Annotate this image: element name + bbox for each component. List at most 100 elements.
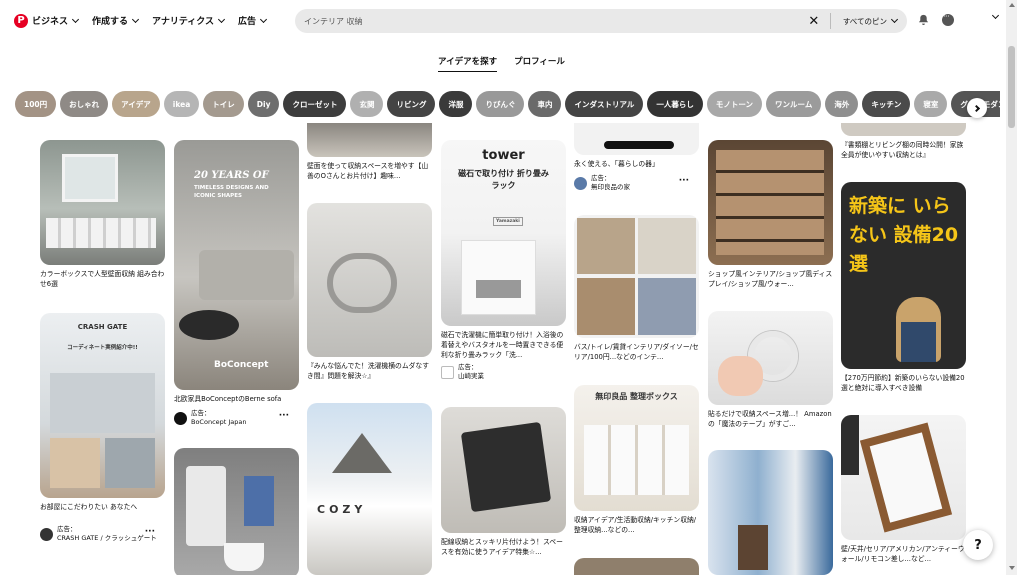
filter-chip[interactable]: トイレ bbox=[203, 91, 244, 117]
advertiser-avatar[interactable] bbox=[174, 411, 187, 425]
pin-card[interactable]: バス/トイレ/賃貸インテリア/ダイソー/セリア/100円...などのインテ... bbox=[574, 215, 699, 364]
pin-card[interactable]: 永く使える、「暮らしの器」 広告： 無印良品の家 ··· bbox=[574, 123, 699, 192]
pin-image[interactable] bbox=[307, 123, 432, 157]
more-options-icon[interactable]: ··· bbox=[279, 411, 289, 421]
more-options-icon[interactable]: ··· bbox=[679, 176, 689, 186]
pin-image[interactable] bbox=[708, 140, 833, 265]
more-options-icon[interactable]: ··· bbox=[145, 527, 155, 537]
filter-chip[interactable]: リビング bbox=[387, 91, 436, 117]
towel-shape bbox=[476, 280, 521, 298]
pin-card[interactable]: 無印良品 整理ボックス 収納アイデア/生活動収納/キッチン収納/整理収納...な… bbox=[574, 385, 699, 537]
pinterest-logo-icon[interactable]: P bbox=[14, 13, 28, 28]
filter-chip[interactable]: 100円 bbox=[15, 91, 57, 117]
pin-title: カラーボックスで人型壁面収納 組み合わせ6選 bbox=[40, 270, 165, 288]
filter-chip[interactable]: おしゃれ bbox=[60, 91, 109, 117]
pin-card[interactable] bbox=[708, 450, 833, 575]
pin-image[interactable] bbox=[40, 140, 165, 265]
filter-chip[interactable]: インダストリアル bbox=[565, 91, 644, 117]
pin-image[interactable] bbox=[307, 203, 432, 357]
pin-card[interactable]: CRASH GATE コーディネート実例紹介中!! お部屋にこだわりたい あなた… bbox=[40, 313, 165, 543]
pin-card[interactable] bbox=[174, 448, 299, 575]
pin-card[interactable]: 壁面を使って収納スペースを増やす【山善のOさんとお片付け】趣味... bbox=[307, 123, 432, 183]
search-input[interactable]: インテリア 収納 bbox=[304, 16, 806, 27]
filter-chip[interactable]: クローゼット bbox=[283, 91, 347, 117]
scroll-down-arrow-icon[interactable] bbox=[1009, 566, 1015, 570]
pin-image[interactable] bbox=[574, 558, 699, 575]
filter-chip[interactable]: アイデア bbox=[112, 91, 160, 117]
pin-title: 『書類棚とリビング棚の同時公開！家族全員が使いやすい収納とは』 bbox=[841, 141, 964, 159]
scrollbar-thumb[interactable] bbox=[1008, 46, 1015, 128]
pin-card[interactable]: カラーボックスで人型壁面収納 組み合わせ6選 bbox=[40, 140, 165, 289]
chip-scroll-next-button[interactable] bbox=[967, 98, 987, 118]
clear-search-icon[interactable]: ✕ bbox=[806, 14, 822, 29]
pin-card[interactable] bbox=[574, 558, 699, 575]
pin-image[interactable] bbox=[574, 123, 699, 155]
tab-profile[interactable]: プロフィール bbox=[514, 55, 565, 72]
advertiser-avatar[interactable] bbox=[441, 365, 454, 379]
help-button[interactable]: ? bbox=[963, 530, 993, 560]
filter-chip[interactable]: 海外 bbox=[825, 91, 859, 117]
filter-chip[interactable]: モノトーン bbox=[706, 91, 763, 117]
menu-business[interactable]: ビジネス bbox=[32, 14, 80, 27]
advertiser-name[interactable]: 山崎実業 bbox=[458, 372, 484, 381]
advertiser-avatar[interactable] bbox=[40, 527, 53, 541]
scroll-up-arrow-icon[interactable] bbox=[1009, 3, 1015, 7]
menu-analytics[interactable]: アナリティクス bbox=[152, 14, 226, 27]
advertiser-name[interactable]: CRASH GATE / クラッシュゲート bbox=[57, 534, 157, 543]
pin-title: 『みんな悩んでた！洗濯機横のムダなすき間』問題を解決☆』 bbox=[307, 362, 430, 380]
pin-card[interactable]: ショップ風インテリア/ショップ風ディスプレイ/ショップ風/ウォー... bbox=[708, 140, 833, 291]
pin-image[interactable]: 新築に いらない 設備20選 bbox=[841, 182, 966, 369]
advertiser-info: 広告： CRASH GATE / クラッシュゲート bbox=[57, 525, 157, 543]
pin-card[interactable]: COZY bbox=[307, 403, 432, 575]
advertiser-name[interactable]: 無印良品の家 bbox=[591, 183, 630, 192]
pin-image[interactable] bbox=[574, 215, 699, 338]
pin-image[interactable]: COZY bbox=[307, 403, 432, 575]
promoted-by-row: 広告： 山崎実業 bbox=[441, 363, 566, 381]
chevron-down-icon bbox=[131, 15, 140, 23]
pin-image[interactable]: tower 磁石で取り付け 折り畳みラック Yamazaki bbox=[441, 140, 566, 326]
pin-card[interactable]: 『みんな悩んでた！洗濯機横のムダなすき間』問題を解決☆』 bbox=[307, 203, 432, 383]
pin-image-heading: 無印良品 整理ボックス bbox=[595, 392, 678, 401]
pin-card[interactable]: tower 磁石で取り付け 折り畳みラック Yamazaki 磁石で洗濯機に簡単… bbox=[441, 140, 566, 381]
pin-image[interactable] bbox=[841, 123, 966, 136]
filter-chip[interactable]: ワンルーム bbox=[766, 91, 822, 117]
pin-image[interactable] bbox=[841, 415, 966, 540]
filter-chip[interactable]: 寝室 bbox=[914, 91, 948, 117]
advertiser-name[interactable]: BoConcept Japan bbox=[191, 418, 247, 427]
pin-image[interactable]: 20 YEARS OF TIMELESS DESIGNS AND ICONIC … bbox=[174, 140, 299, 390]
window-shape bbox=[62, 154, 118, 202]
pin-card[interactable]: 貼るだけで収納スペース増...！ Amazonの「魔法のテープ」がすご... bbox=[708, 311, 833, 431]
filter-chip[interactable]: 一人暮らし bbox=[647, 91, 703, 117]
chevron-down-icon bbox=[890, 15, 899, 24]
filter-chip[interactable]: 車内 bbox=[528, 91, 562, 117]
menu-ads[interactable]: 広告 bbox=[238, 14, 268, 27]
filter-chip[interactable]: 玄関 bbox=[350, 91, 384, 117]
hand-shape bbox=[718, 356, 763, 396]
pin-image-heading: 20 YEARS OF bbox=[194, 170, 269, 181]
advertiser-avatar[interactable] bbox=[574, 176, 587, 190]
tab-explore-ideas[interactable]: アイデアを探す bbox=[438, 55, 498, 72]
filter-chip[interactable]: ikea bbox=[163, 91, 200, 117]
pin-image[interactable]: 無印良品 整理ボックス bbox=[574, 385, 699, 511]
pin-card[interactable]: 壁/天井/セリア/アメリカン/アンティーウォール/リモコン差し...など... bbox=[841, 415, 966, 566]
pin-card[interactable]: 配線収納とスッキリ片付けよう！スペースを有効に使うアイデア特集☆... bbox=[441, 407, 566, 559]
pin-image[interactable]: CRASH GATE コーディネート実例紹介中!! bbox=[40, 313, 165, 498]
filter-chip[interactable]: りびんぐ bbox=[476, 91, 525, 117]
page-scrollbar[interactable] bbox=[1006, 0, 1017, 575]
pin-card[interactable]: 新築に いらない 設備20選 【270万円節約】新築のいらない設備20選と絶対に… bbox=[841, 182, 966, 395]
search-bar[interactable]: インテリア 収納 ✕ すべてのピン bbox=[295, 9, 907, 33]
pin-image[interactable] bbox=[441, 407, 566, 533]
pin-card[interactable]: 20 YEARS OF TIMELESS DESIGNS AND ICONIC … bbox=[174, 140, 299, 427]
search-scope-dropdown[interactable]: すべてのピン bbox=[843, 15, 899, 27]
pin-image[interactable] bbox=[174, 448, 299, 575]
pin-title: 配線収納とスッキリ片付けよう！スペースを有効に使うアイデア特集☆... bbox=[441, 538, 563, 556]
pin-image[interactable] bbox=[708, 450, 833, 575]
pin-image[interactable] bbox=[708, 311, 833, 405]
menu-create[interactable]: 作成する bbox=[92, 14, 140, 27]
filter-chip[interactable]: 洋服 bbox=[439, 91, 473, 117]
filter-chip[interactable]: キッチン bbox=[862, 91, 911, 117]
notifications-bell-icon[interactable] bbox=[918, 14, 929, 25]
messages-icon[interactable] bbox=[942, 12, 954, 26]
filter-chip[interactable]: Diy bbox=[247, 91, 280, 117]
pin-card[interactable]: 『書類棚とリビング棚の同時公開！家族全員が使いやすい収納とは』 bbox=[841, 123, 966, 162]
